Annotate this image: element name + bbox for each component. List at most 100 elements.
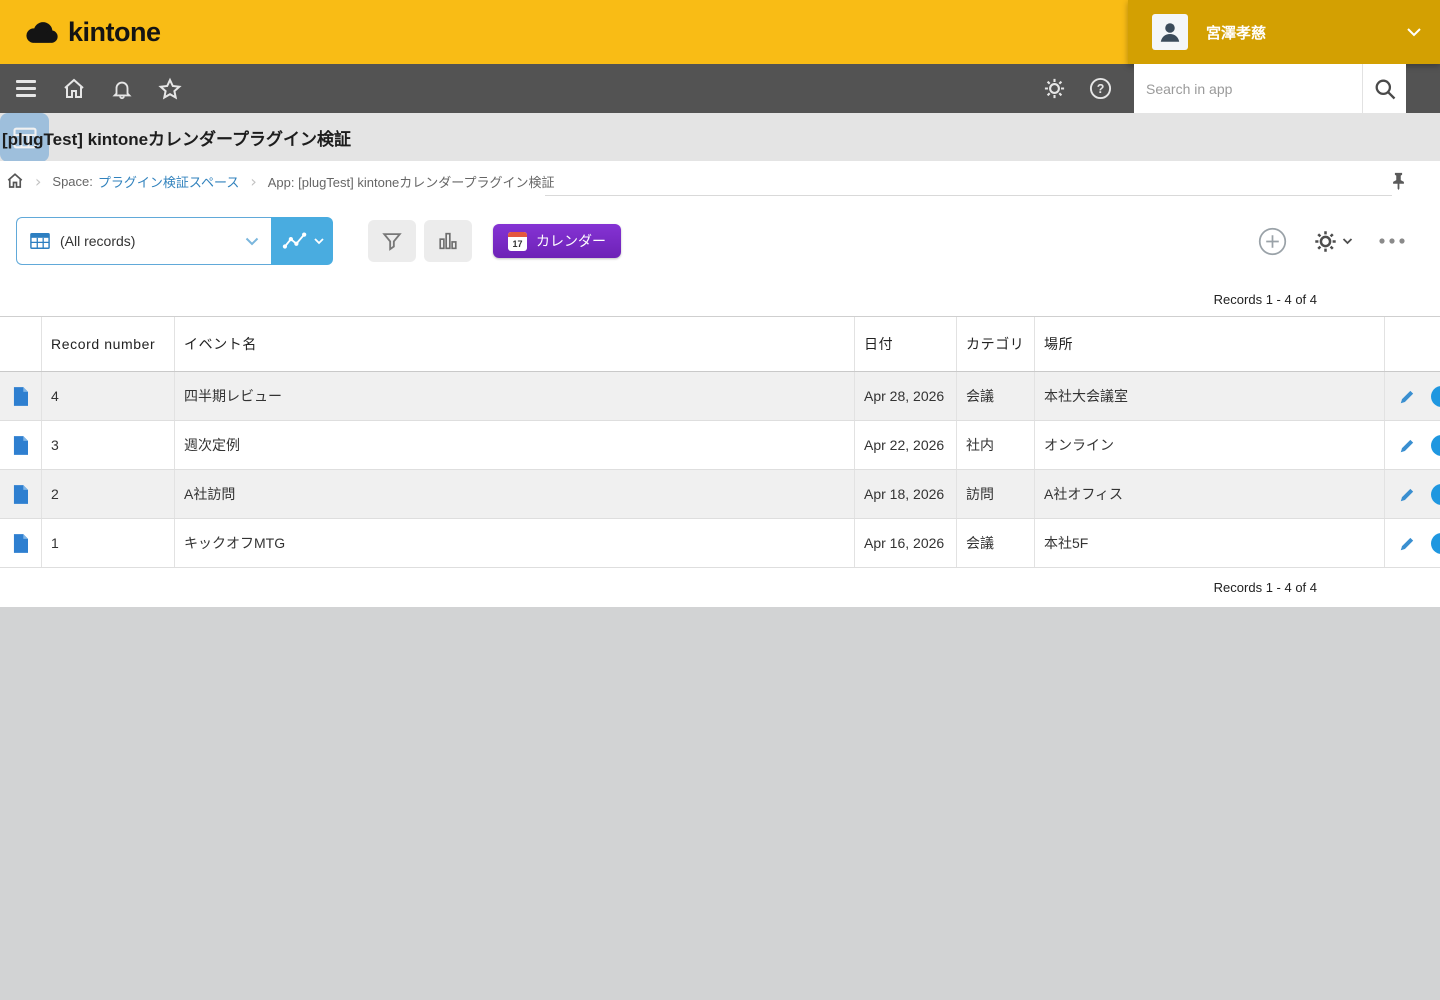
notifications-bell-icon[interactable] (110, 77, 134, 101)
category-cell: 会議 (957, 372, 1035, 420)
event-name-cell: 週次定例 (175, 421, 855, 469)
record-document-icon (13, 485, 28, 504)
pin-icon[interactable] (1391, 172, 1406, 190)
view-settings-button[interactable] (1313, 229, 1353, 254)
nav-left-icons (0, 77, 182, 101)
view-selector-dropdown[interactable]: (All records) (16, 217, 271, 265)
chevron-down-icon (314, 238, 324, 245)
favorites-star-icon[interactable] (158, 77, 182, 101)
date-cell: Apr 18, 2026 (855, 470, 957, 518)
clipped-action-icon[interactable] (1431, 386, 1440, 407)
edit-pencil-icon[interactable] (1399, 437, 1416, 454)
add-record-plus-icon (1258, 227, 1287, 256)
table-row: 4 四半期レビュー Apr 28, 2026 会議 本社大会議室 (0, 372, 1440, 421)
header-record-number: Record number (42, 317, 175, 371)
header-event-name: イベント名 (175, 317, 855, 371)
breadcrumb-home-icon[interactable] (6, 172, 24, 190)
options-ellipsis-icon (1377, 236, 1407, 246)
space-label: Space: (52, 174, 92, 189)
record-number-cell: 1 (42, 519, 175, 567)
row-actions (1385, 470, 1440, 518)
hamburger-menu-icon[interactable] (14, 77, 38, 101)
nav-right-icons: ? (1042, 64, 1440, 113)
graph-view-button[interactable] (271, 217, 333, 265)
record-document-icon (13, 387, 28, 406)
bar-chart-icon (437, 230, 459, 252)
app-header: [plugTest] kintoneカレンダープラグイン検証 (0, 113, 1440, 161)
chevron-down-icon (1342, 238, 1353, 245)
breadcrumb: › Space: プラグイン検証スペース › App: [plugTest] k… (0, 161, 1440, 201)
filter-button[interactable] (368, 220, 416, 262)
search-button[interactable] (1362, 64, 1406, 113)
row-actions (1385, 519, 1440, 567)
header-date: 日付 (855, 317, 957, 371)
user-avatar-icon (1152, 14, 1188, 50)
kintone-cloud-icon (22, 19, 60, 46)
table-row: 2 A社訪問 Apr 18, 2026 訪問 A社オフィス (0, 470, 1440, 519)
calendar-icon: 17 (508, 232, 527, 251)
record-number-cell: 2 (42, 470, 175, 518)
record-number-cell: 4 (42, 372, 175, 420)
clipped-action-icon[interactable] (1431, 484, 1440, 505)
edit-pencil-icon[interactable] (1399, 388, 1416, 405)
event-name-cell: キックオフMTG (175, 519, 855, 567)
header-icon-column (0, 317, 42, 371)
category-cell: 社内 (957, 421, 1035, 469)
header-category: カテゴリ (957, 317, 1035, 371)
open-record-cell[interactable] (0, 519, 42, 567)
search-input[interactable] (1134, 64, 1362, 113)
table-view-icon (29, 231, 51, 251)
svg-text:?: ? (1096, 82, 1104, 96)
home-icon[interactable] (62, 77, 86, 101)
edit-pencil-icon[interactable] (1399, 486, 1416, 503)
crumb-separator: › (250, 172, 256, 191)
place-cell: オンライン (1035, 421, 1385, 469)
kintone-logo[interactable]: kintone (0, 17, 161, 48)
category-cell: 会議 (957, 519, 1035, 567)
chevron-down-icon (1406, 27, 1422, 37)
open-record-cell[interactable] (0, 470, 42, 518)
topbar: kintone 宮澤孝慈 (0, 0, 1440, 64)
calendar-plugin-button[interactable]: 17 カレンダー (493, 224, 621, 258)
view-toolbar: (All records) (0, 217, 1440, 265)
table-row: 3 週次定例 Apr 22, 2026 社内 オンライン (0, 421, 1440, 470)
add-record-button[interactable] (1258, 227, 1287, 256)
more-options-button[interactable] (1377, 236, 1407, 246)
records-table: Record number イベント名 日付 カテゴリ 場所 4 四半期レビュー… (0, 316, 1440, 568)
open-record-cell[interactable] (0, 421, 42, 469)
app-crumb: App: [plugTest] kintoneカレンダープラグイン検証 (268, 172, 555, 191)
view-selector-value: (All records) (60, 233, 245, 249)
calendar-day-number: 17 (508, 237, 527, 251)
chart-button[interactable] (424, 220, 472, 262)
help-icon[interactable]: ? (1088, 77, 1112, 101)
toolbar-right (1258, 227, 1407, 256)
edit-pencil-icon[interactable] (1399, 535, 1416, 552)
record-document-icon (13, 436, 28, 455)
event-name-cell: A社訪問 (175, 470, 855, 518)
user-menu[interactable]: 宮澤孝慈 (1128, 0, 1440, 64)
user-name: 宮澤孝慈 (1206, 22, 1406, 43)
view-settings-gear-icon (1313, 229, 1338, 254)
date-cell: Apr 22, 2026 (855, 421, 957, 469)
event-name-cell: 四半期レビュー (175, 372, 855, 420)
crumb-separator: › (35, 172, 41, 191)
record-number-cell: 3 (42, 421, 175, 469)
header-place: 場所 (1035, 317, 1385, 371)
clipped-action-icon[interactable] (1431, 533, 1440, 554)
place-cell: A社オフィス (1035, 470, 1385, 518)
clipped-action-icon[interactable] (1431, 435, 1440, 456)
settings-gear-icon[interactable] (1042, 77, 1066, 101)
date-cell: Apr 16, 2026 (855, 519, 957, 567)
filter-funnel-icon (381, 230, 403, 252)
search-icon (1373, 77, 1397, 101)
open-record-cell[interactable] (0, 372, 42, 420)
record-document-icon (13, 534, 28, 553)
space-link[interactable]: プラグイン検証スペース (98, 172, 239, 191)
row-actions (1385, 372, 1440, 420)
global-navbar: ? (0, 64, 1440, 113)
table-header-row: Record number イベント名 日付 カテゴリ 場所 (0, 317, 1440, 372)
header-actions-column (1385, 317, 1440, 371)
place-cell: 本社大会議室 (1035, 372, 1385, 420)
graph-view-icon (281, 230, 309, 252)
chevron-down-icon (245, 237, 259, 246)
